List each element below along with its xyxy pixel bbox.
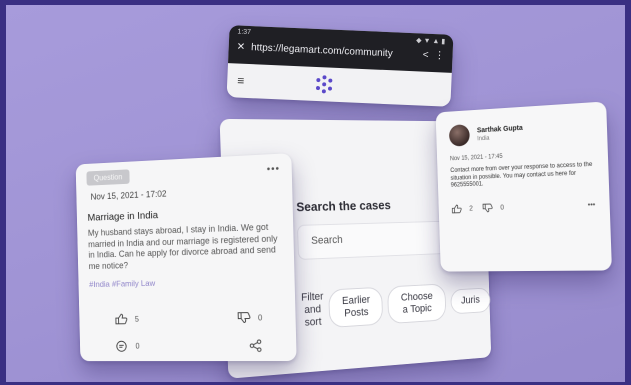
category-badge: Question	[86, 169, 130, 186]
answer-header: Sarthak Gupta India	[448, 117, 593, 147]
thumbs-up-icon	[451, 203, 462, 215]
close-icon[interactable]: ✕	[236, 41, 245, 52]
legamart-logo-icon[interactable]	[315, 75, 334, 94]
dislike-button[interactable]: 0	[187, 311, 262, 324]
post-tags[interactable]: #India #Family Law	[89, 275, 283, 289]
answer-date: Nov 15, 2021 - 17:45	[449, 153, 503, 163]
thumbs-down-icon	[482, 202, 493, 214]
chip-earlier-posts[interactable]: Earlier Posts	[328, 286, 384, 328]
more-options-icon[interactable]: •••	[588, 202, 596, 209]
thumbs-up-icon	[115, 313, 128, 325]
stage: 1:37 ◆ ▼ ▲ ▮ ✕ https://legamart.com/comm…	[6, 5, 625, 382]
thumbs-down-icon	[237, 312, 251, 324]
url-bar[interactable]: https://legamart.com/community	[251, 42, 417, 60]
dislike-button[interactable]: 0	[482, 202, 504, 215]
answer-card: Sarthak Gupta India Nov 15, 2021 - 17:45…	[435, 101, 612, 272]
post-title[interactable]: Marriage in India	[87, 205, 281, 223]
browser-bar-card: 1:37 ◆ ▼ ▲ ▮ ✕ https://legamart.com/comm…	[226, 25, 454, 107]
comment-count: 0	[135, 341, 140, 351]
search-title: Search the cases	[296, 197, 391, 215]
like-button[interactable]: 2	[451, 203, 473, 215]
share-button[interactable]	[188, 339, 263, 351]
question-post-card[interactable]: Question ••• Nov 15, 2021 - 17:02 Marria…	[75, 153, 297, 362]
post-date: Nov 15, 2021 - 17:02	[90, 188, 167, 202]
comment-icon	[115, 340, 128, 352]
post-body: My husband stays abroad, I stay in India…	[87, 221, 278, 271]
post-actions: 5 0 0	[115, 311, 263, 351]
status-icons: ◆ ▼ ▲ ▮	[416, 37, 446, 46]
answer-body: Contact more from over your response to …	[450, 161, 593, 189]
more-options-icon[interactable]: ⋮	[434, 50, 444, 61]
like-button[interactable]: 5	[115, 312, 188, 324]
like-count: 5	[134, 314, 139, 324]
avatar[interactable]	[448, 124, 470, 147]
filter-sort-button[interactable]: Filter and sort	[301, 290, 324, 329]
hamburger-menu-icon[interactable]: ≡	[237, 74, 258, 89]
dislike-count: 0	[257, 312, 263, 322]
chip-jurisdiction[interactable]: Juris	[450, 286, 491, 314]
chip-choose-topic[interactable]: Choose a Topic	[387, 283, 447, 325]
share-icon	[249, 339, 263, 351]
dislike-count: 0	[500, 204, 505, 212]
filter-chips: Filter and sort Earlier Posts Choose a T…	[301, 281, 491, 330]
lawyer-name[interactable]: Sarthak Gupta	[477, 124, 523, 134]
share-icon[interactable]: <	[422, 50, 428, 61]
lawyer-location: India	[477, 135, 490, 142]
comment-button[interactable]: 0	[115, 340, 188, 352]
status-time: 1:37	[237, 28, 252, 37]
post-header: Question •••	[86, 162, 280, 186]
url-row: ✕ https://legamart.com/community < ⋮	[236, 41, 444, 61]
answer-actions: 2 0 •••	[451, 199, 595, 215]
more-options-icon[interactable]: •••	[267, 164, 280, 176]
like-count: 2	[469, 205, 474, 213]
